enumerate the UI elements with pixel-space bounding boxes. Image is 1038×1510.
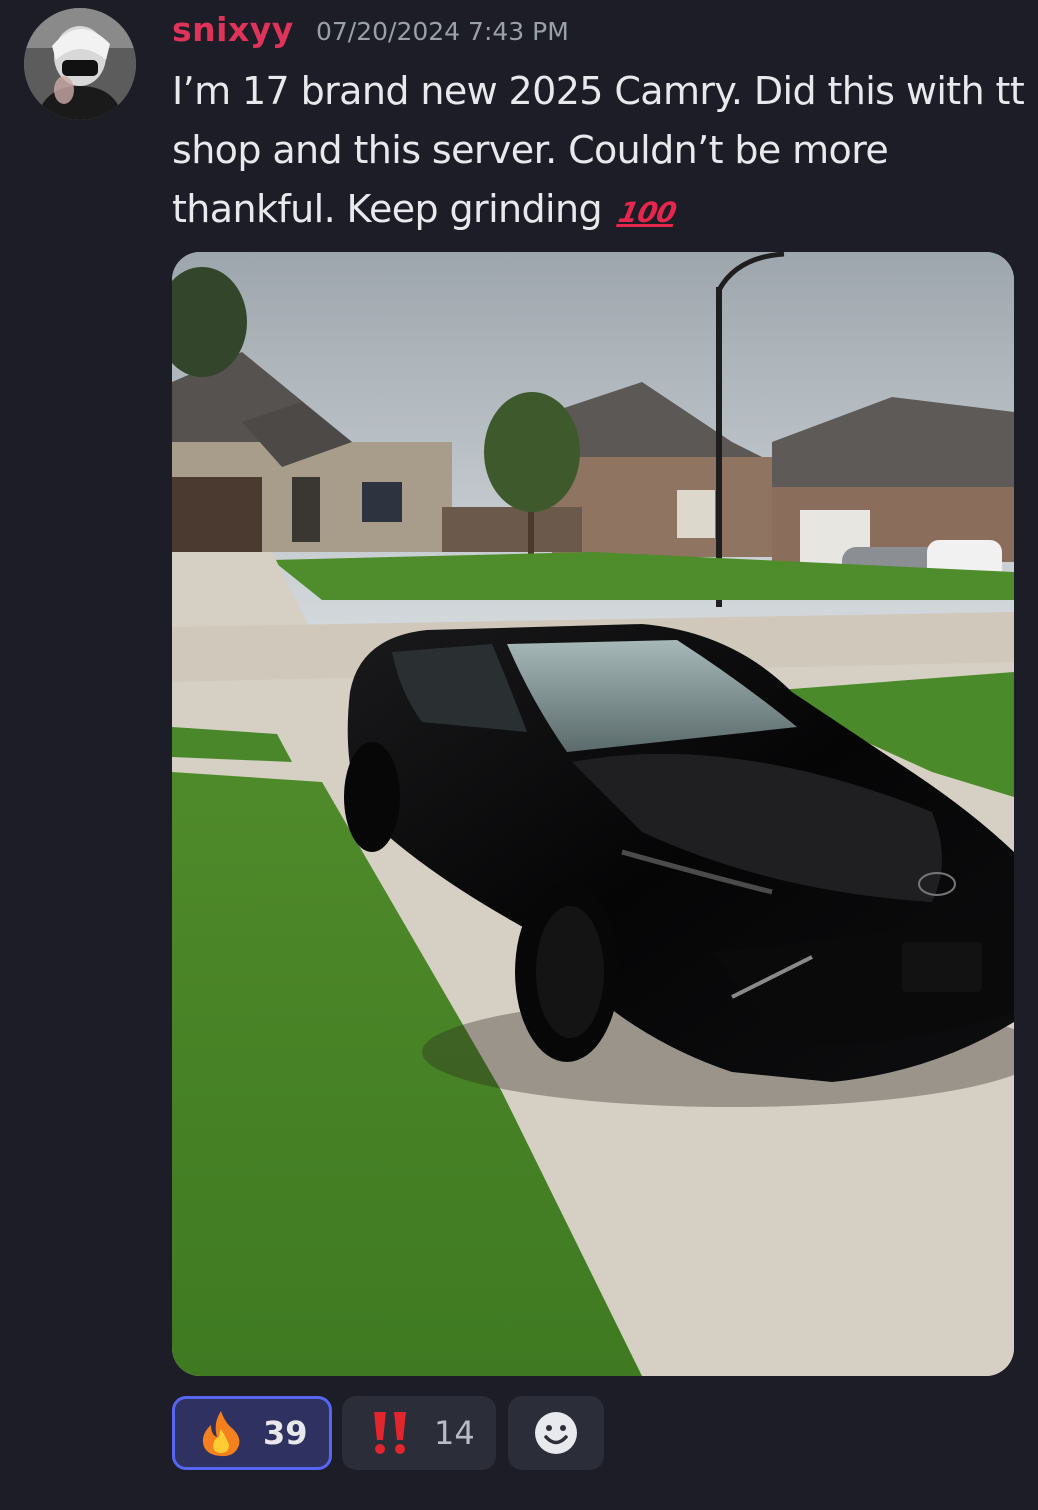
message-body: I’m 17 brand new 2025 Camry. Did this wi… [172,69,1025,231]
avatar[interactable] [24,8,136,120]
reaction-count: 39 [263,1414,308,1452]
author-name[interactable]: snixyy [172,10,294,49]
message-text: I’m 17 brand new 2025 Camry. Did this wi… [172,62,1032,242]
car-photo [172,252,1014,1376]
reaction-fire[interactable]: 39 [172,1396,332,1470]
avatar-image [24,8,136,120]
reaction-double-exclamation[interactable]: 14 [342,1396,496,1470]
smiley-add-reaction-icon [533,1410,579,1456]
reaction-count: 14 [434,1414,475,1452]
add-reaction-button[interactable] [508,1396,604,1470]
double-exclamation-icon [370,1410,412,1456]
message-timestamp: 07/20/2024 7:43 PM [316,17,569,46]
image-attachment[interactable] [172,252,1014,1376]
hundred-points-icon: 100 [615,196,680,229]
fire-icon [199,1409,243,1457]
